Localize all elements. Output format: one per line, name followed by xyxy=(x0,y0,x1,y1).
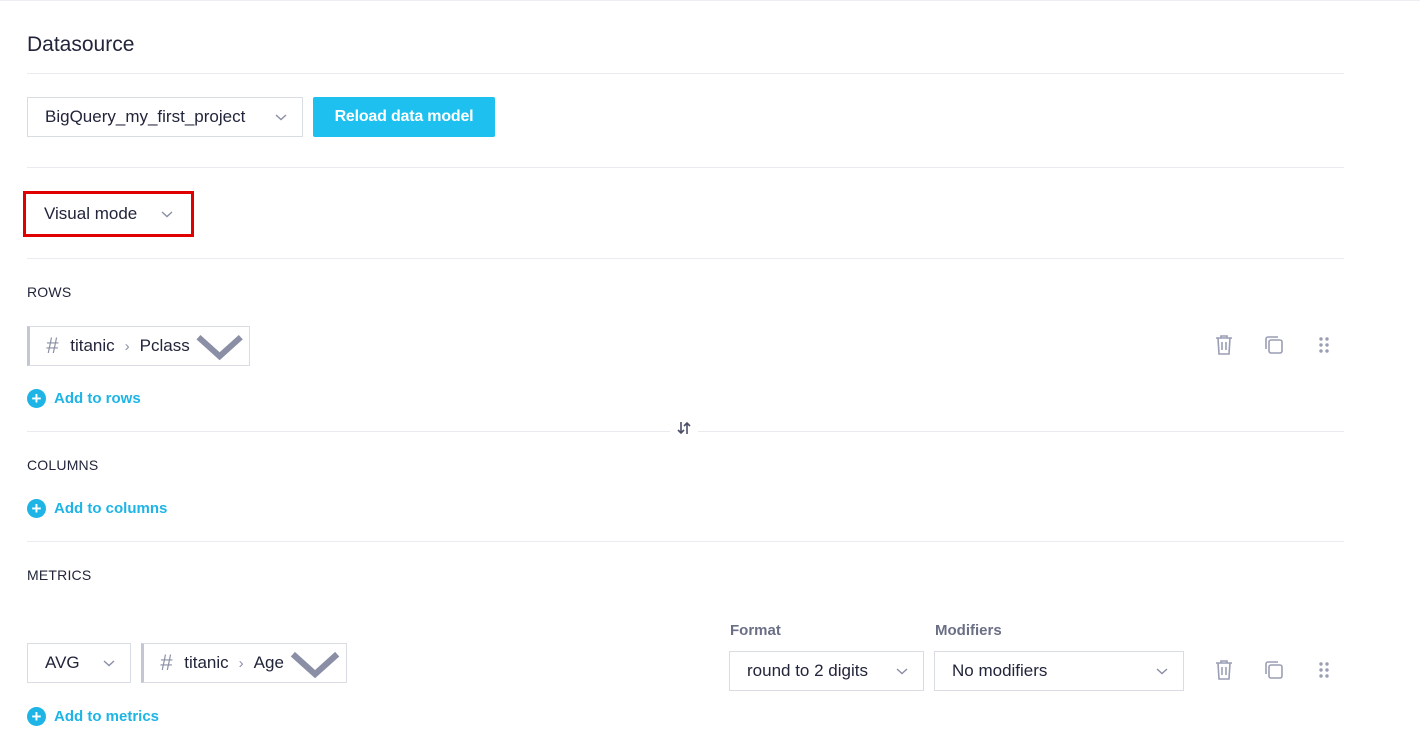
plus-circle-icon: + xyxy=(27,389,46,408)
copy-icon xyxy=(1265,661,1283,679)
divider xyxy=(27,73,1344,74)
reload-data-model-button[interactable]: Reload data model xyxy=(313,97,495,137)
chevron-down-icon xyxy=(896,668,908,675)
trash-icon xyxy=(1216,335,1232,355)
chevron-right-icon: › xyxy=(238,654,244,672)
add-to-columns-link[interactable]: + Add to columns xyxy=(27,499,167,518)
rows-section-label: ROWS xyxy=(27,284,72,300)
add-to-metrics-link[interactable]: + Add to metrics xyxy=(27,707,159,726)
chevron-down-icon xyxy=(103,660,115,667)
add-to-metrics-label: Add to metrics xyxy=(54,708,160,725)
delete-metric-button[interactable] xyxy=(1212,658,1236,682)
add-to-rows-link[interactable]: + Add to rows xyxy=(27,389,141,408)
datasource-select[interactable]: BigQuery_my_first_project xyxy=(27,97,303,137)
metric-field-select[interactable]: # titanic › Age xyxy=(141,643,347,683)
drag-metric-handle[interactable] xyxy=(1312,658,1336,682)
swap-vertical-icon xyxy=(677,421,691,435)
format-value: round to 2 digits xyxy=(747,661,868,680)
copy-icon xyxy=(1265,336,1283,354)
chevron-down-icon xyxy=(196,335,243,361)
swap-rows-columns-button[interactable] xyxy=(670,420,698,440)
plus-circle-icon: + xyxy=(27,707,46,726)
divider xyxy=(27,258,1344,259)
format-label: Format xyxy=(730,622,781,639)
hash-icon: # xyxy=(160,650,173,675)
drag-handle-icon xyxy=(1319,662,1329,678)
datasource-select-value: BigQuery_my_first_project xyxy=(45,107,246,126)
row-field-table: titanic xyxy=(70,336,115,355)
mode-select-value: Visual mode xyxy=(44,204,138,223)
metrics-section-label: METRICS xyxy=(27,567,92,583)
chevron-down-icon xyxy=(290,651,340,679)
trash-icon xyxy=(1216,660,1232,680)
modifiers-value: No modifiers xyxy=(952,661,1048,680)
modifiers-label: Modifiers xyxy=(935,622,1002,639)
duplicate-row-button[interactable] xyxy=(1262,333,1286,357)
metric-field-name: Age xyxy=(253,653,284,672)
mode-select[interactable]: Visual mode xyxy=(27,195,190,233)
chevron-down-icon xyxy=(1156,668,1168,675)
delete-row-button[interactable] xyxy=(1212,333,1236,357)
datasource-title: Datasource xyxy=(27,33,135,56)
drag-handle-icon xyxy=(1319,337,1329,353)
format-select[interactable]: round to 2 digits xyxy=(729,651,924,691)
aggregation-value: AVG xyxy=(45,653,80,672)
chevron-down-icon xyxy=(275,114,287,121)
add-to-columns-label: Add to columns xyxy=(54,500,168,517)
chevron-right-icon: › xyxy=(124,337,130,355)
divider xyxy=(27,541,1344,542)
divider xyxy=(27,167,1344,168)
columns-section-label: COLUMNS xyxy=(27,457,99,473)
metric-field-table: titanic xyxy=(184,653,229,672)
hash-icon: # xyxy=(46,333,59,358)
add-to-rows-label: Add to rows xyxy=(54,390,141,407)
plus-circle-icon: + xyxy=(27,499,46,518)
drag-row-handle[interactable] xyxy=(1312,333,1336,357)
row-field-select[interactable]: # titanic › Pclass xyxy=(27,326,250,366)
top-divider xyxy=(0,0,1420,1)
modifiers-select[interactable]: No modifiers xyxy=(934,651,1184,691)
duplicate-metric-button[interactable] xyxy=(1262,658,1286,682)
chevron-down-icon xyxy=(161,211,173,218)
aggregation-select[interactable]: AVG xyxy=(27,643,131,683)
row-field-name: Pclass xyxy=(139,336,190,355)
